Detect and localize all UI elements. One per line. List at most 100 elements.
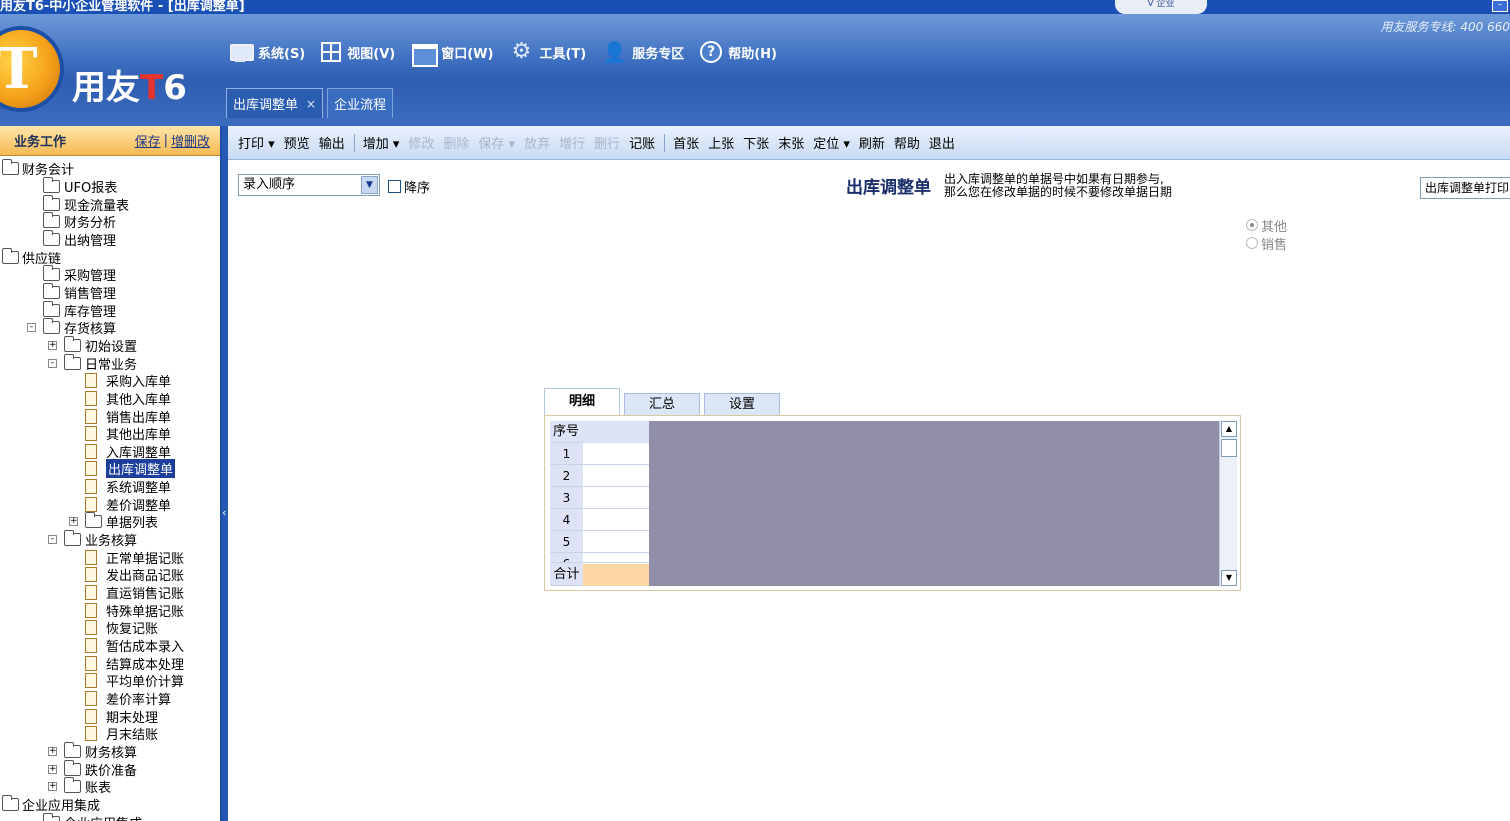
sort-order-select[interactable]: 录入顺序 ▼ [238,174,380,196]
tree-item[interactable]: + 账表 [0,777,220,796]
scroll-thumb[interactable] [1221,439,1237,457]
tab-detail[interactable]: 明细 [544,388,621,415]
radio-sales[interactable]: 销售 [1246,234,1287,253]
tree-item[interactable]: 财务会计 [0,159,220,178]
tree-item[interactable]: 暂估成本录入 [0,637,220,655]
toolbar-button[interactable]: 保存 ▾ [478,133,515,152]
chevron-down-icon[interactable]: ▼ [361,176,378,194]
tree-item[interactable]: 供应链 [0,247,220,267]
tree-item[interactable]: 企业应用集成 [0,812,220,821]
tree-item[interactable]: 差价调整单 [0,495,220,514]
tree-item[interactable]: 其他出库单 [0,425,220,443]
grid-scrollbar[interactable]: ▲ ▼ [1219,421,1237,586]
tree-item[interactable]: 直运销售记账 [0,584,220,602]
tree-item[interactable]: - 日常业务 [0,353,220,373]
tree-item[interactable]: 销售出库单 [0,407,220,426]
collapse-icon[interactable]: - [48,358,57,368]
tree-item[interactable]: + 初始设置 [0,335,220,355]
tree-item[interactable]: + 单据列表 [0,512,220,531]
scroll-up-icon[interactable]: ▲ [1221,421,1237,437]
collapse-icon[interactable]: - [27,323,36,333]
tree-item[interactable]: 财务分析 [0,212,220,231]
toolbar-button[interactable]: 预览 [284,133,310,152]
toolbar-button[interactable]: 增行 [559,133,585,152]
menu-view[interactable]: 视图(V) [321,42,395,62]
menu-service[interactable]: 👤 服务专区 [602,41,684,63]
tree-item-label: 企业应用集成 [22,798,101,814]
table-row[interactable]: 6 [550,553,649,563]
toolbar-button[interactable]: 删行 [594,133,620,152]
expand-icon[interactable]: + [48,764,57,774]
tree-item[interactable]: 系统调整单 [0,478,220,496]
tab-settings[interactable]: 设置 [704,393,781,415]
tab-enterprise-process[interactable]: 企业流程 [327,88,394,118]
tree-item[interactable]: 库存管理 [0,300,220,320]
expand-icon[interactable]: + [48,782,57,792]
tab-outbound-adjustment[interactable]: 出库调整单 × [226,88,324,118]
toolbar-button[interactable]: 刷新 [859,133,885,152]
toolbar-button[interactable]: 帮助 [894,133,920,152]
tree-item[interactable]: 特殊单据记账 [0,601,220,620]
expand-icon[interactable]: + [48,746,57,756]
table-row[interactable]: 3 [550,487,649,509]
table-row[interactable]: 5 [550,531,649,553]
toolbar-button[interactable]: 修改 [408,133,434,152]
toolbar-button[interactable]: 定位 ▾ [813,133,850,152]
tree-item[interactable]: + 跌价准备 [0,759,220,779]
tree-item[interactable]: 正常单据记账 [0,548,220,567]
tree-item[interactable]: 其他入库单 [0,390,220,408]
tree-item[interactable]: 月末结账 [0,725,220,743]
descending-checkbox[interactable]: 降序 [388,177,430,196]
tree-item[interactable]: UFO报表 [0,176,220,196]
tree-item[interactable]: 销售管理 [0,282,220,302]
radio-other[interactable]: 其他 [1246,216,1287,235]
menu-tools[interactable]: ⚙ 工具(T) [509,41,587,63]
close-icon[interactable]: × [306,97,316,111]
toolbar-button[interactable]: 记账 [629,133,655,152]
expand-icon[interactable]: + [69,517,78,527]
menu-system[interactable]: 系统(S) [228,41,305,63]
tree-item[interactable]: 差价率计算 [0,690,220,708]
toolbar-button[interactable]: 放弃 [524,133,550,152]
toolbar-button[interactable]: 上张 [708,133,734,152]
tree-item[interactable]: 采购管理 [0,265,220,284]
tree-item[interactable]: 期末处理 [0,707,220,726]
tree-item[interactable]: 恢复记账 [0,619,220,637]
tree-item[interactable]: 出库调整单 [0,459,220,479]
table-row[interactable]: 1 [550,443,649,465]
table-row[interactable]: 4 [550,509,649,531]
checkbox-box[interactable] [388,180,401,193]
scroll-down-icon[interactable]: ▼ [1221,570,1237,586]
menu-window[interactable]: 窗口(W) [411,41,493,67]
toolbar-button[interactable]: 退出 [929,133,955,152]
save-link[interactable]: 保存 [135,131,161,150]
collapse-icon[interactable]: - [48,535,57,545]
tab-summary[interactable]: 汇总 [624,393,701,415]
tree-item[interactable]: 企业应用集成 [0,794,220,814]
chevron-left-icon[interactable]: ‹ [222,506,226,519]
expand-icon[interactable]: + [48,340,57,350]
toolbar-button[interactable]: 首张 [673,133,699,152]
toolbar-button[interactable]: 增加 ▾ [363,133,400,152]
tree-item[interactable]: 出纳管理 [0,229,220,249]
tree-item[interactable]: 现金流量表 [0,194,220,214]
toolbar-button[interactable]: 输出 [319,133,345,152]
tree-item[interactable]: 发出商品记账 [0,566,220,584]
tree-item[interactable]: + 财务核算 [0,741,220,761]
menu-help[interactable]: ? 帮助(H) [700,41,777,63]
edit-link[interactable]: 增删改 [171,131,210,150]
tree-item[interactable]: - 业务核算 [0,530,220,549]
toolbar-button[interactable]: 末张 [778,133,804,152]
tree-item[interactable]: - 存货核算 [0,318,220,337]
print-template-field[interactable]: 出库调整单打印 [1420,177,1510,199]
tree-item[interactable]: 入库调整单 [0,443,220,461]
minimize-button[interactable]: – [1492,0,1508,12]
table-row[interactable]: 2 [550,465,649,487]
tree-item[interactable]: 采购入库单 [0,372,220,390]
toolbar-button[interactable]: 删除 [443,133,469,152]
tree-item[interactable]: 结算成本处理 [0,654,220,673]
toolbar-button[interactable]: 打印 ▾ [238,133,275,152]
document-tabs: 出库调整单 × 企业流程 [226,86,394,118]
toolbar-button[interactable]: 下张 [743,133,769,152]
tree-item[interactable]: 平均单价计算 [0,672,220,690]
